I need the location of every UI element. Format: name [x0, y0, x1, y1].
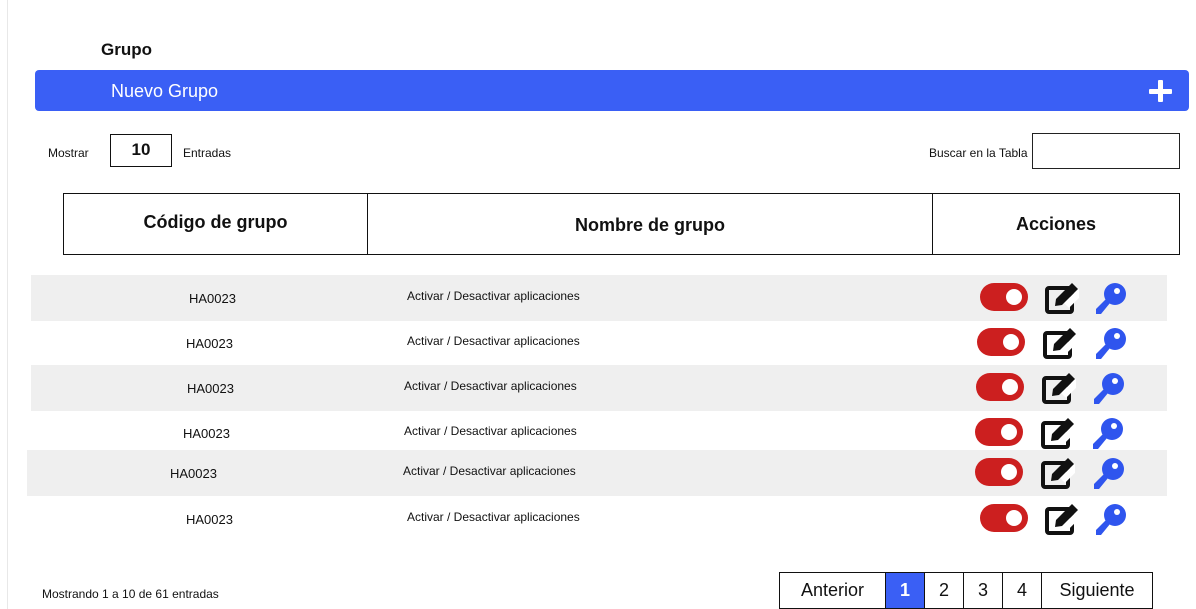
table-row: HA0023 Activar / Desactivar aplicaciones: [27, 450, 1167, 496]
edit-icon[interactable]: [1041, 417, 1075, 449]
table-header: Código de grupo Nombre de grupo Acciones: [63, 193, 1180, 255]
group-code-cell: HA0023: [186, 336, 233, 351]
group-code-cell: HA0023: [186, 512, 233, 527]
pagination-page-2[interactable]: 2: [925, 573, 964, 608]
group-code-cell: HA0023: [170, 466, 217, 481]
pagination-page-1[interactable]: 1: [886, 573, 925, 608]
page-title: Grupo: [101, 40, 152, 59]
table-row: HA0023 Activar / Desactivar aplicaciones: [31, 275, 1167, 321]
status-toggle[interactable]: [980, 283, 1028, 311]
header-group-name[interactable]: Nombre de grupo: [368, 194, 933, 254]
group-code-cell: HA0023: [189, 291, 236, 306]
edit-icon[interactable]: [1045, 503, 1079, 535]
key-icon[interactable]: [1093, 372, 1125, 406]
pagination-page-4[interactable]: 4: [1003, 573, 1042, 608]
toggle-knob: [1003, 334, 1019, 350]
edit-icon[interactable]: [1042, 372, 1076, 404]
table-row: HA0023 Activar / Desactivar aplicaciones: [31, 320, 1167, 366]
group-name-cell: Activar / Desactivar aplicaciones: [404, 424, 577, 438]
edit-icon[interactable]: [1041, 457, 1075, 489]
entries-per-page-select[interactable]: 10: [110, 134, 172, 167]
status-toggle[interactable]: [975, 458, 1023, 486]
pagination-prev[interactable]: Anterior: [780, 573, 886, 608]
group-name-cell: Activar / Desactivar aplicaciones: [407, 289, 580, 303]
toggle-knob: [1006, 289, 1022, 305]
edit-icon[interactable]: [1043, 327, 1077, 359]
table-row: HA0023 Activar / Desactivar aplicaciones: [31, 365, 1167, 411]
status-toggle[interactable]: [976, 373, 1024, 401]
group-code-cell: HA0023: [187, 381, 234, 396]
entries-label: Entradas: [183, 146, 232, 160]
status-toggle[interactable]: [975, 418, 1023, 446]
new-group-label: Nuevo Grupo: [111, 81, 219, 101]
key-icon[interactable]: [1092, 417, 1124, 451]
toggle-knob: [1002, 379, 1018, 395]
status-toggle[interactable]: [977, 328, 1025, 356]
edit-icon[interactable]: [1045, 282, 1079, 314]
plus-icon[interactable]: [1144, 80, 1174, 102]
group-name-cell: Activar / Desactivar aplicaciones: [404, 379, 577, 393]
left-border-line: [7, 0, 8, 609]
show-entries-label: Mostrar: [48, 146, 89, 160]
toggle-knob: [1001, 424, 1017, 440]
new-group-button[interactable]: Nuevo Grupo: [35, 70, 1189, 111]
entries-info: Mostrando 1 a 10 de 61 entradas: [42, 587, 219, 601]
pagination-next[interactable]: Siguiente: [1042, 573, 1152, 608]
group-name-cell: Activar / Desactivar aplicaciones: [403, 464, 576, 478]
search-label: Buscar en la Tabla: [929, 146, 1028, 160]
status-toggle[interactable]: [980, 504, 1028, 532]
toggle-knob: [1001, 464, 1017, 480]
key-icon[interactable]: [1095, 503, 1127, 537]
toggle-knob: [1006, 510, 1022, 526]
table-row: HA0023 Activar / Desactivar aplicaciones: [31, 496, 1167, 542]
header-actions: Acciones: [1015, 214, 1097, 234]
group-name-cell: Activar / Desactivar aplicaciones: [407, 334, 580, 348]
header-group-code[interactable]: Código de grupo: [64, 194, 368, 254]
pagination: Anterior 1 2 3 4 Siguiente: [779, 572, 1153, 609]
key-icon[interactable]: [1095, 282, 1127, 316]
key-icon[interactable]: [1093, 457, 1125, 491]
group-name-cell: Activar / Desactivar aplicaciones: [407, 510, 580, 524]
group-code-cell: HA0023: [183, 426, 230, 441]
pagination-page-3[interactable]: 3: [964, 573, 1003, 608]
key-icon[interactable]: [1095, 327, 1127, 361]
search-input[interactable]: [1032, 133, 1180, 169]
